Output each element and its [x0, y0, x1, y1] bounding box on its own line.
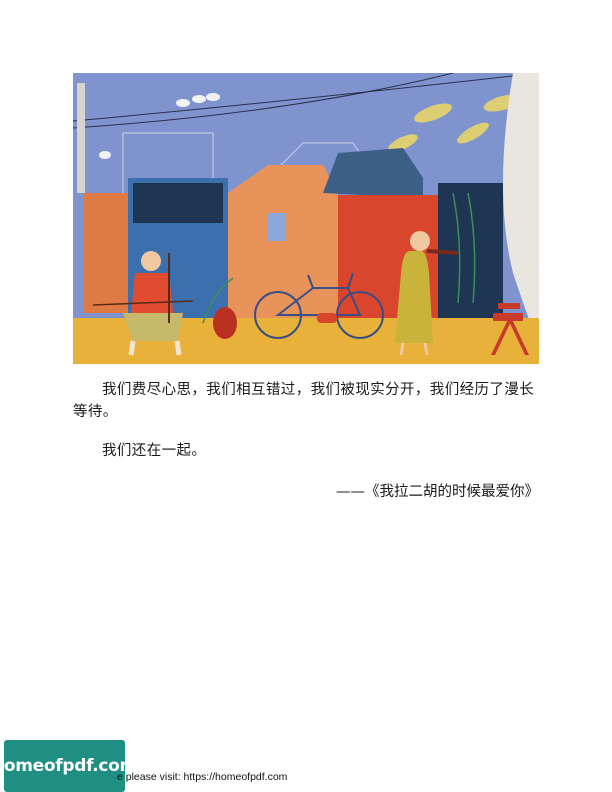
- attribution: ——《我拉二胡的时候最爱你》: [336, 484, 539, 500]
- site-logo[interactable]: homeofpdf.com: [0, 740, 137, 792]
- paragraph-1: 我们费尽心思，我们相互错过，我们被现实分开，我们经历了漫长等待。: [73, 382, 535, 420]
- footer-visit-link[interactable]: e please visit: https://homeofpdf.com: [117, 771, 287, 783]
- paragraph-2: 我们还在一起。: [102, 443, 207, 459]
- street-music-illustration: [73, 73, 539, 364]
